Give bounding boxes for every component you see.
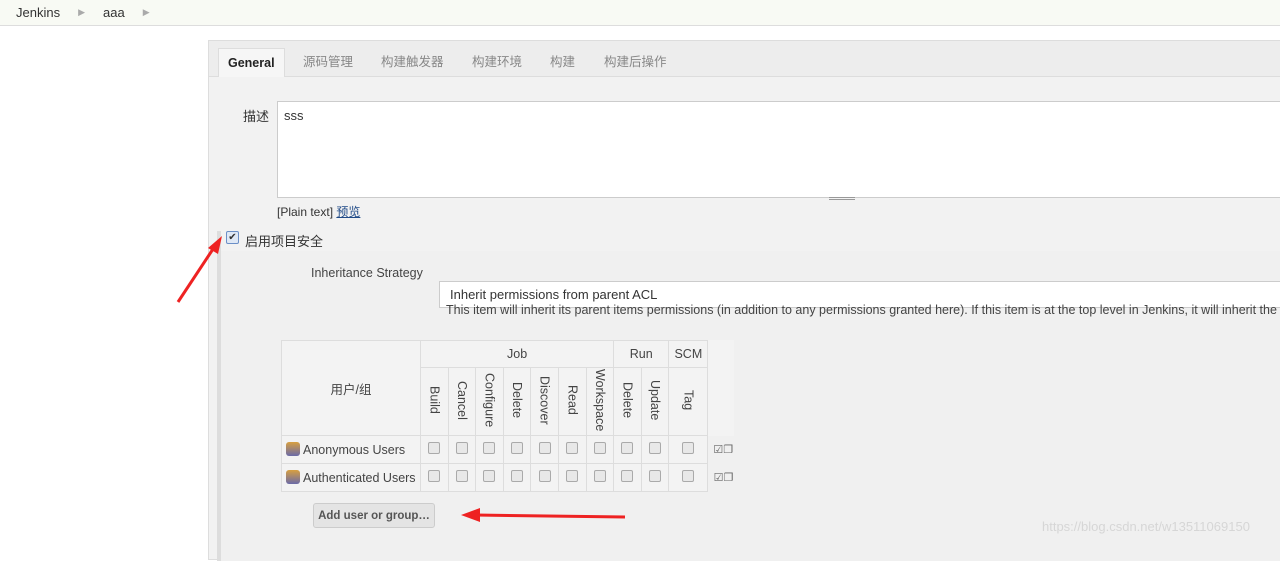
arrowhead-icon	[461, 508, 480, 522]
watermark: https://blog.csdn.net/w13511069150	[1042, 519, 1250, 534]
arrow-to-button	[474, 513, 626, 519]
arrow-to-checkbox	[176, 245, 217, 303]
annotation-arrows	[176, 236, 626, 522]
